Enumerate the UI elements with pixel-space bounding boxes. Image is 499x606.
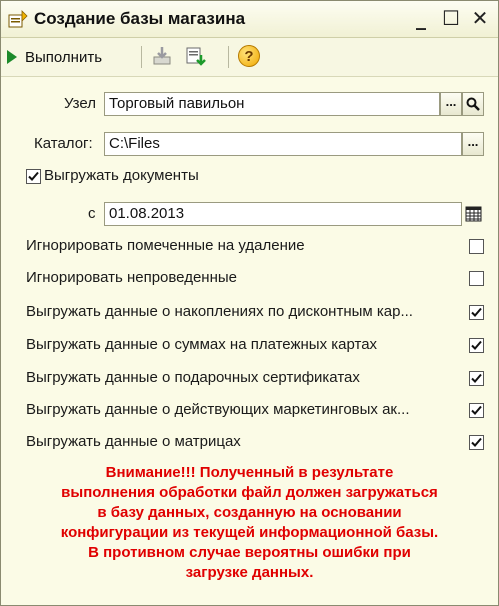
catalog-input[interactable]: C:\Files bbox=[104, 132, 462, 156]
matrices-checkbox[interactable] bbox=[469, 435, 484, 450]
check-icon bbox=[471, 307, 482, 317]
warning-line: В противном случае вероятны ошибки при bbox=[88, 544, 411, 561]
calendar-icon[interactable] bbox=[465, 205, 482, 222]
form-icon bbox=[8, 10, 28, 28]
option-label: Выгружать данные о суммах на платежных к… bbox=[26, 336, 378, 353]
discount-cards-checkbox[interactable] bbox=[469, 305, 484, 320]
maximize-button[interactable]: ☐ bbox=[439, 5, 463, 31]
option-label: Игнорировать помеченные на удаление bbox=[26, 237, 305, 254]
check-icon bbox=[471, 373, 482, 383]
run-icon bbox=[7, 50, 17, 64]
magnifier-icon bbox=[466, 97, 480, 111]
export-docs-checkbox[interactable] bbox=[26, 169, 41, 184]
run-button-label: Выполнить bbox=[25, 48, 103, 66]
payment-cards-checkbox[interactable] bbox=[469, 338, 484, 353]
toolbar: Выполнить ? bbox=[1, 38, 498, 77]
catalog-select-button[interactable]: ... bbox=[462, 132, 484, 156]
option-label: Выгружать данные о подарочных сертификат… bbox=[26, 369, 360, 386]
load-icon[interactable] bbox=[152, 45, 174, 67]
option-label: Выгружать данные о действующих маркетинг… bbox=[26, 401, 410, 418]
from-label: с bbox=[88, 205, 96, 222]
minimize-button[interactable]: _ bbox=[409, 5, 433, 31]
warning-message: Внимание!!! Полученный в результате выпо… bbox=[13, 463, 486, 583]
ignore-deleted-checkbox[interactable] bbox=[469, 239, 484, 254]
check-icon bbox=[471, 405, 482, 415]
node-search-button[interactable] bbox=[462, 92, 484, 116]
warning-line: выполнения обработки файл должен загружа… bbox=[61, 484, 438, 501]
title-bar[interactable]: Создание базы магазина _ ☐ ✕ bbox=[1, 1, 498, 38]
unload-icon[interactable] bbox=[184, 45, 206, 67]
warning-line: загрузке данных. bbox=[185, 564, 314, 581]
window-title: Создание базы магазина bbox=[34, 9, 246, 28]
marketing-actions-checkbox[interactable] bbox=[469, 403, 484, 418]
run-button[interactable]: Выполнить bbox=[7, 44, 102, 70]
node-input[interactable]: Торговый павильон bbox=[104, 92, 440, 116]
check-icon bbox=[28, 171, 39, 181]
option-label: Игнорировать непроведенные bbox=[26, 269, 237, 286]
node-label: Узел bbox=[64, 95, 96, 112]
warning-line: конфигурации из текущей информационной б… bbox=[60, 524, 439, 541]
help-icon[interactable]: ? bbox=[238, 45, 260, 67]
option-label: Выгружать данные о накоплениях по дискон… bbox=[26, 303, 413, 320]
gift-certificates-checkbox[interactable] bbox=[469, 371, 484, 386]
toolbar-separator bbox=[228, 46, 229, 68]
toolbar-separator bbox=[141, 46, 142, 68]
catalog-label: Каталог: bbox=[34, 135, 93, 152]
dialog-window: Создание базы магазина _ ☐ ✕ Выполнить ?… bbox=[0, 0, 499, 606]
export-docs-label: Выгружать документы bbox=[44, 167, 199, 184]
close-button[interactable]: ✕ bbox=[468, 5, 492, 31]
check-icon bbox=[471, 340, 482, 350]
warning-line: Внимание!!! Полученный в результате bbox=[105, 464, 394, 481]
ignore-unposted-checkbox[interactable] bbox=[469, 271, 484, 286]
warning-line: в базу данных, созданную на основании bbox=[97, 504, 402, 521]
option-label: Выгружать данные о матрицах bbox=[26, 433, 241, 450]
check-icon bbox=[471, 437, 482, 447]
from-date-input[interactable]: 01.08.2013 bbox=[104, 202, 462, 226]
node-select-button[interactable]: ... bbox=[440, 92, 462, 116]
